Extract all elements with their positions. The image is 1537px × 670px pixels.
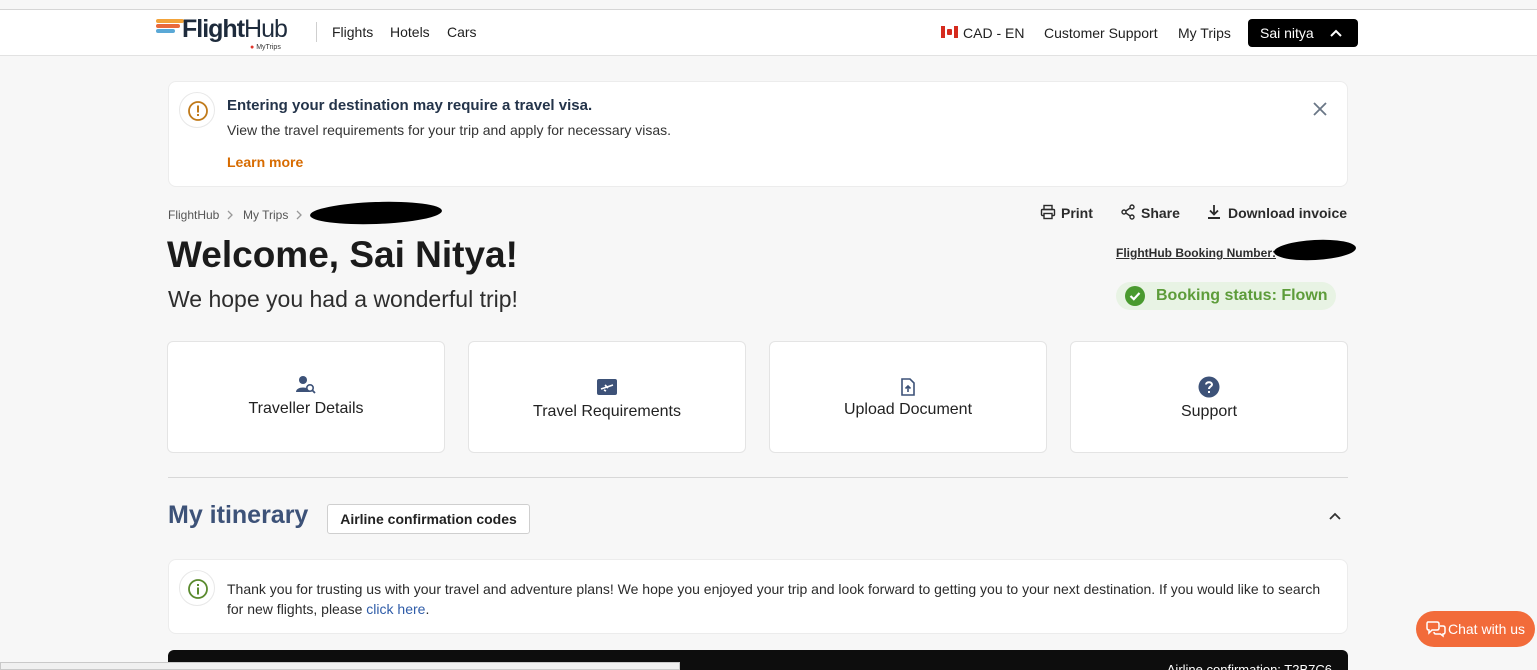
nav-flights[interactable]: Flights [332,24,373,40]
chevron-up-icon [1330,29,1342,37]
tile-label: Support [1180,403,1238,420]
alert-warning-icon [179,92,215,128]
chat-bubbles-icon [1426,621,1446,638]
tile-support[interactable]: Support [1070,341,1348,453]
locale-selector[interactable]: CAD - EN [963,25,1024,41]
booking-number-link[interactable]: FlightHub Booking Number: [1116,246,1276,260]
download-invoice-button[interactable]: Download invoice [1206,204,1351,222]
welcome-title: Welcome, Sai Nitya! [167,234,518,275]
header-divider [316,22,317,42]
info-icon [179,570,215,606]
redacted-booking-number [1273,237,1357,263]
printer-icon [1040,204,1056,220]
chevron-right-icon [296,210,302,220]
tile-label: Upload Document [843,401,973,418]
tile-label: Travel Requirements [533,403,681,420]
chevron-up-icon[interactable] [1326,508,1344,524]
chat-with-us-button[interactable]: Chat with us [1416,611,1535,647]
itinerary-title: My itinerary [168,501,309,529]
itinerary-info-text: Thank you for trusting us with your trav… [227,581,1321,617]
breadcrumb-flighthub[interactable]: FlightHub [168,208,219,222]
customer-support-link[interactable]: Customer Support [1044,25,1158,41]
browser-status-bar [0,662,680,670]
close-icon[interactable] [1309,98,1331,120]
click-here-link[interactable]: click here [366,601,425,617]
passport-plane-icon [469,378,745,401]
welcome-subtitle: We hope you had a wonderful trip! [168,286,518,312]
section-divider [168,477,1348,478]
download-icon [1208,205,1220,219]
redacted-trip-id [309,199,443,227]
my-trips-link[interactable]: My Trips [1178,25,1231,41]
flighthub-logo[interactable]: FlightHub ● MyTrips [156,15,306,51]
check-circle-icon [1125,286,1145,306]
logo-subtitle: ● MyTrips [250,44,281,51]
document-upload-icon [770,378,1046,401]
question-circle-icon [1071,376,1347,403]
alert-body: View the travel requirements for your tr… [227,122,672,138]
canada-flag-icon [941,26,958,38]
airline-confirmation: Airline confirmation: T2B7C6 [1166,662,1332,670]
nav-cars[interactable]: Cars [447,24,477,40]
tile-upload-document[interactable]: Upload Document [769,341,1047,453]
airline-confirmation-codes-button[interactable]: Airline confirmation codes [327,504,530,534]
alert-title: Entering your destination may require a … [227,97,593,114]
breadcrumb-my-trips[interactable]: My Trips [243,208,288,222]
learn-more-link[interactable]: Learn more [227,154,303,170]
site-header: FlightHub ● MyTrips Flights Hotels Cars … [0,10,1537,56]
chevron-right-icon [227,210,233,220]
traveller-search-icon [168,375,444,400]
tile-label: Traveller Details [248,400,364,417]
share-button[interactable]: Share [1120,204,1182,222]
user-name: Sai nitya [1260,25,1314,41]
tile-traveller-details[interactable]: Traveller Details [167,341,445,453]
booking-status-badge: Booking status: Flown [1116,282,1336,310]
share-icon [1121,204,1135,220]
nav-hotels[interactable]: Hotels [390,24,430,40]
print-button[interactable]: Print [1040,204,1100,222]
user-menu-button[interactable]: Sai nitya [1248,19,1358,47]
tile-travel-requirements[interactable]: Travel Requirements [468,341,746,453]
logo-wordmark: FlightHub [182,15,288,43]
browser-edge [0,0,1537,10]
